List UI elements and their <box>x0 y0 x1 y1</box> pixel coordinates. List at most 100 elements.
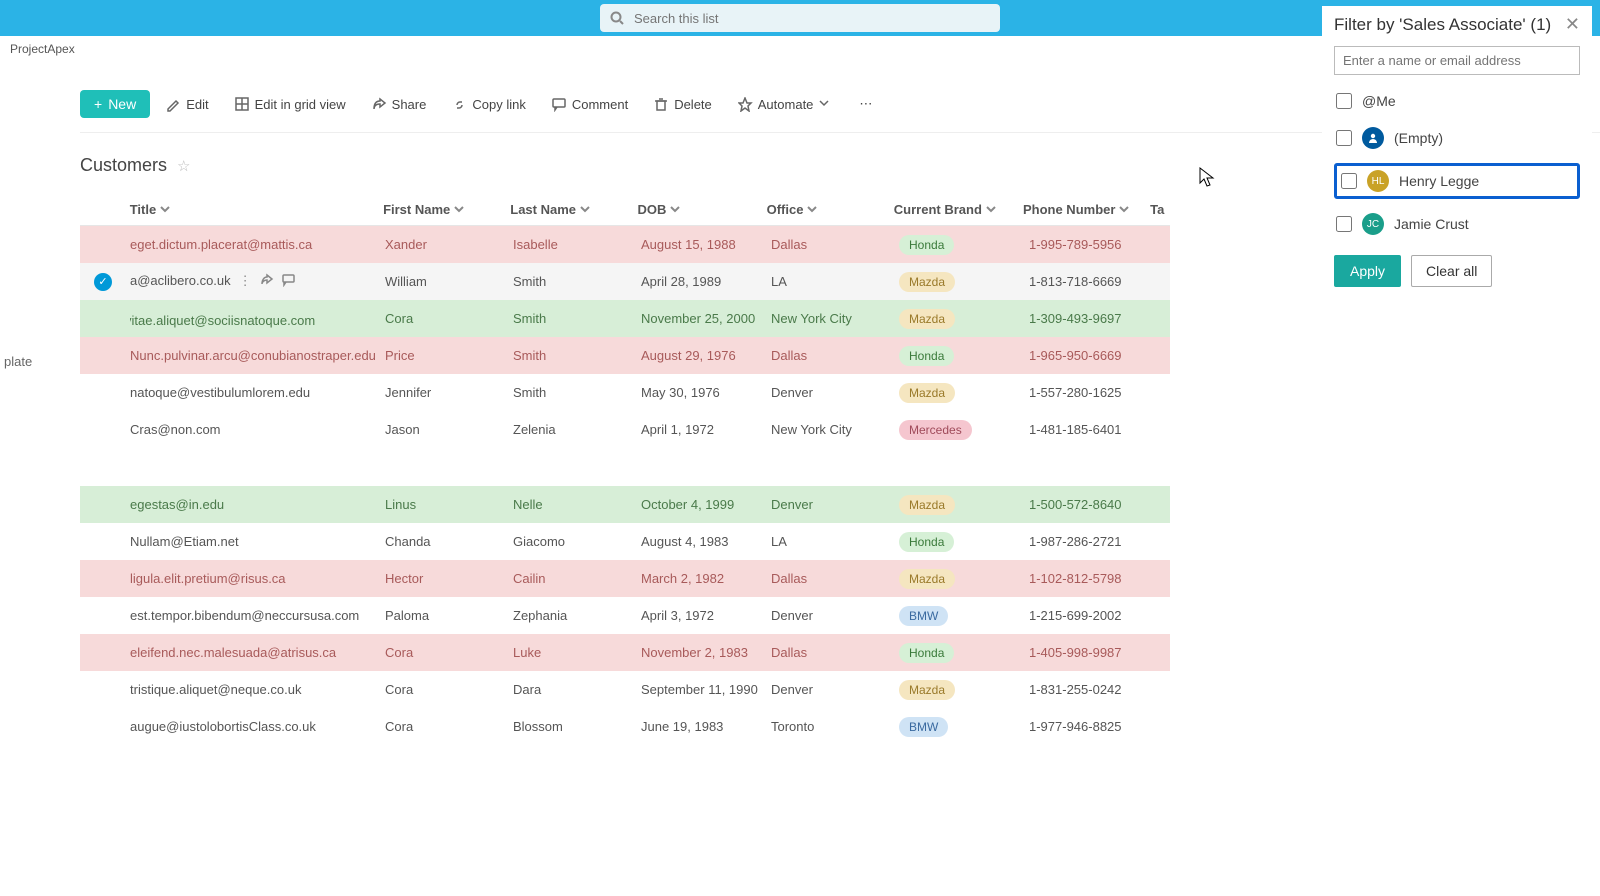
column-brand[interactable]: Current Brand <box>894 202 1023 217</box>
cell-dob: May 30, 1976 <box>641 385 771 400</box>
ellipsis-icon[interactable]: ⋮ <box>239 273 252 290</box>
cell-title: eleifend.nec.malesuada@atrisus.ca <box>130 645 385 660</box>
delete-button[interactable]: Delete <box>644 91 722 118</box>
apply-button[interactable]: Apply <box>1334 255 1401 287</box>
cell-dob: April 1, 1972 <box>641 422 771 437</box>
customers-table: Title First Name Last Name DOB Office Cu… <box>80 194 1170 745</box>
cell-last-name: Isabelle <box>513 237 641 252</box>
search-box[interactable] <box>600 4 1000 32</box>
cell-phone: 1-102-812-5798 <box>1029 571 1157 586</box>
filter-option-jamie[interactable]: JC Jamie Crust <box>1334 209 1580 239</box>
table-row[interactable]: Nunc.pulvinar.arcu@conubianostraper.eduP… <box>80 337 1170 374</box>
table-row[interactable]: natoque@vestibulumlorem.eduJenniferSmith… <box>80 374 1170 411</box>
search-input[interactable] <box>634 11 990 26</box>
table-row[interactable]: tristique.aliquet@neque.co.ukCoraDaraSep… <box>80 671 1170 708</box>
comment-icon[interactable] <box>282 273 296 290</box>
checkbox[interactable] <box>1336 93 1352 109</box>
filter-option-henry[interactable]: HL Henry Legge <box>1334 163 1580 199</box>
cell-title: eget.dictum.placerat@mattis.ca <box>130 237 385 252</box>
cell-first-name: Xander <box>385 237 513 252</box>
clear-all-button[interactable]: Clear all <box>1411 255 1492 287</box>
filter-option-label: Henry Legge <box>1399 173 1479 189</box>
cell-brand: Honda <box>899 643 1029 663</box>
table-row[interactable]: eleifend.nec.malesuada@atrisus.caCoraLuk… <box>80 634 1170 671</box>
cell-first-name: Paloma <box>385 608 513 623</box>
cell-office: Denver <box>771 608 899 623</box>
cell-title: augue@iustolobortisClass.co.uk <box>130 719 385 734</box>
cell-office: New York City <box>771 422 899 437</box>
cell-brand: Mazda <box>899 495 1029 515</box>
filter-option-label: @Me <box>1362 93 1396 109</box>
edit-button[interactable]: Edit <box>156 91 218 118</box>
table-row[interactable]: ligula.elit.pretium@risus.caHectorCailin… <box>80 560 1170 597</box>
cell-brand: Mazda <box>899 569 1029 589</box>
column-office[interactable]: Office <box>767 202 894 217</box>
table-row[interactable]: est.tempor.bibendum@neccursusa.comPaloma… <box>80 597 1170 634</box>
checkbox[interactable] <box>1341 173 1357 189</box>
cell-brand: Honda <box>899 235 1029 255</box>
column-last-name[interactable]: Last Name <box>510 202 637 217</box>
cell-last-name: Smith <box>513 385 641 400</box>
table-row[interactable]: egestas@in.eduLinusNelleOctober 4, 1999D… <box>80 486 1170 523</box>
cell-phone: 1-987-286-2721 <box>1029 534 1157 549</box>
cell-dob: April 28, 1989 <box>641 274 771 289</box>
table-row[interactable]: eget.dictum.placerat@mattis.caXanderIsab… <box>80 226 1170 263</box>
cell-last-name: Smith <box>513 274 641 289</box>
filter-option-empty[interactable]: (Empty) <box>1334 123 1580 153</box>
comment-icon <box>552 97 567 112</box>
edit-grid-button[interactable]: Edit in grid view <box>225 91 356 118</box>
cell-last-name: Giacomo <box>513 534 641 549</box>
cell-first-name: Jennifer <box>385 385 513 400</box>
cell-first-name: Price <box>385 348 513 363</box>
chevron-down-icon <box>986 205 996 215</box>
checkbox[interactable] <box>1336 216 1352 232</box>
share-button[interactable]: Share <box>362 91 437 118</box>
cell-office: Toronto <box>771 719 899 734</box>
cell-phone: 1-831-255-0242 <box>1029 682 1157 697</box>
chevron-down-icon <box>580 205 590 215</box>
column-phone[interactable]: Phone Number <box>1023 202 1150 217</box>
comment-button[interactable]: Comment <box>542 91 638 118</box>
cell-brand: BMW <box>899 606 1029 626</box>
cell-dob: September 11, 1990 <box>641 682 771 697</box>
column-title[interactable]: Title <box>130 202 383 217</box>
table-row[interactable]: vitae.aliquet@sociisnatoque.comCoraSmith… <box>80 300 1170 337</box>
new-button[interactable]: + New <box>80 90 150 118</box>
cell-phone: 1-557-280-1625 <box>1029 385 1157 400</box>
cell-first-name: Jason <box>385 422 513 437</box>
more-button[interactable]: ⋯ <box>849 90 882 118</box>
cell-brand: Mazda <box>899 680 1029 700</box>
filter-search-input[interactable] <box>1334 46 1580 75</box>
cell-last-name: Nelle <box>513 497 641 512</box>
cell-phone: 1-995-789-5956 <box>1029 237 1157 252</box>
cell-title: ligula.elit.pretium@risus.ca <box>130 571 385 586</box>
cell-first-name: Cora <box>385 682 513 697</box>
column-dob[interactable]: DOB <box>637 202 766 217</box>
filter-option-me[interactable]: @Me <box>1334 89 1580 113</box>
table-row[interactable]: augue@iustolobortisClass.co.ukCoraBlosso… <box>80 708 1170 745</box>
favorite-star-icon[interactable]: ☆ <box>177 157 190 175</box>
cell-phone: 1-309-493-9697 <box>1029 311 1157 326</box>
table-row[interactable]: Nullam@Etiam.netChandaGiacomoAugust 4, 1… <box>80 523 1170 560</box>
cell-dob: November 25, 2000 <box>641 311 771 326</box>
grid-icon <box>235 97 250 112</box>
table-row[interactable]: Cras@non.comJasonZeleniaApril 1, 1972New… <box>80 411 1170 448</box>
cell-brand: Honda <box>899 346 1029 366</box>
checkbox[interactable] <box>1336 130 1352 146</box>
chevron-down-icon <box>670 205 680 215</box>
column-ta[interactable]: Ta <box>1150 202 1170 217</box>
share-icon[interactable] <box>260 273 274 290</box>
filter-panel: Filter by 'Sales Associate' (1) ✕ @Me (E… <box>1322 6 1592 295</box>
pencil-icon <box>166 97 181 112</box>
cell-last-name: Blossom <box>513 719 641 734</box>
link-icon <box>452 97 467 112</box>
automate-button[interactable]: Automate <box>728 91 844 118</box>
cell-last-name: Smith <box>513 311 641 326</box>
column-first-name[interactable]: First Name <box>383 202 510 217</box>
cell-office: Dallas <box>771 348 899 363</box>
copy-link-button[interactable]: Copy link <box>442 91 535 118</box>
close-icon[interactable]: ✕ <box>1565 14 1580 35</box>
table-row[interactable]: ✓a@aclibero.co.uk⋮WilliamSmithApril 28, … <box>80 263 1170 300</box>
selected-check-icon[interactable]: ✓ <box>94 273 112 291</box>
chevron-down-icon <box>1119 205 1129 215</box>
